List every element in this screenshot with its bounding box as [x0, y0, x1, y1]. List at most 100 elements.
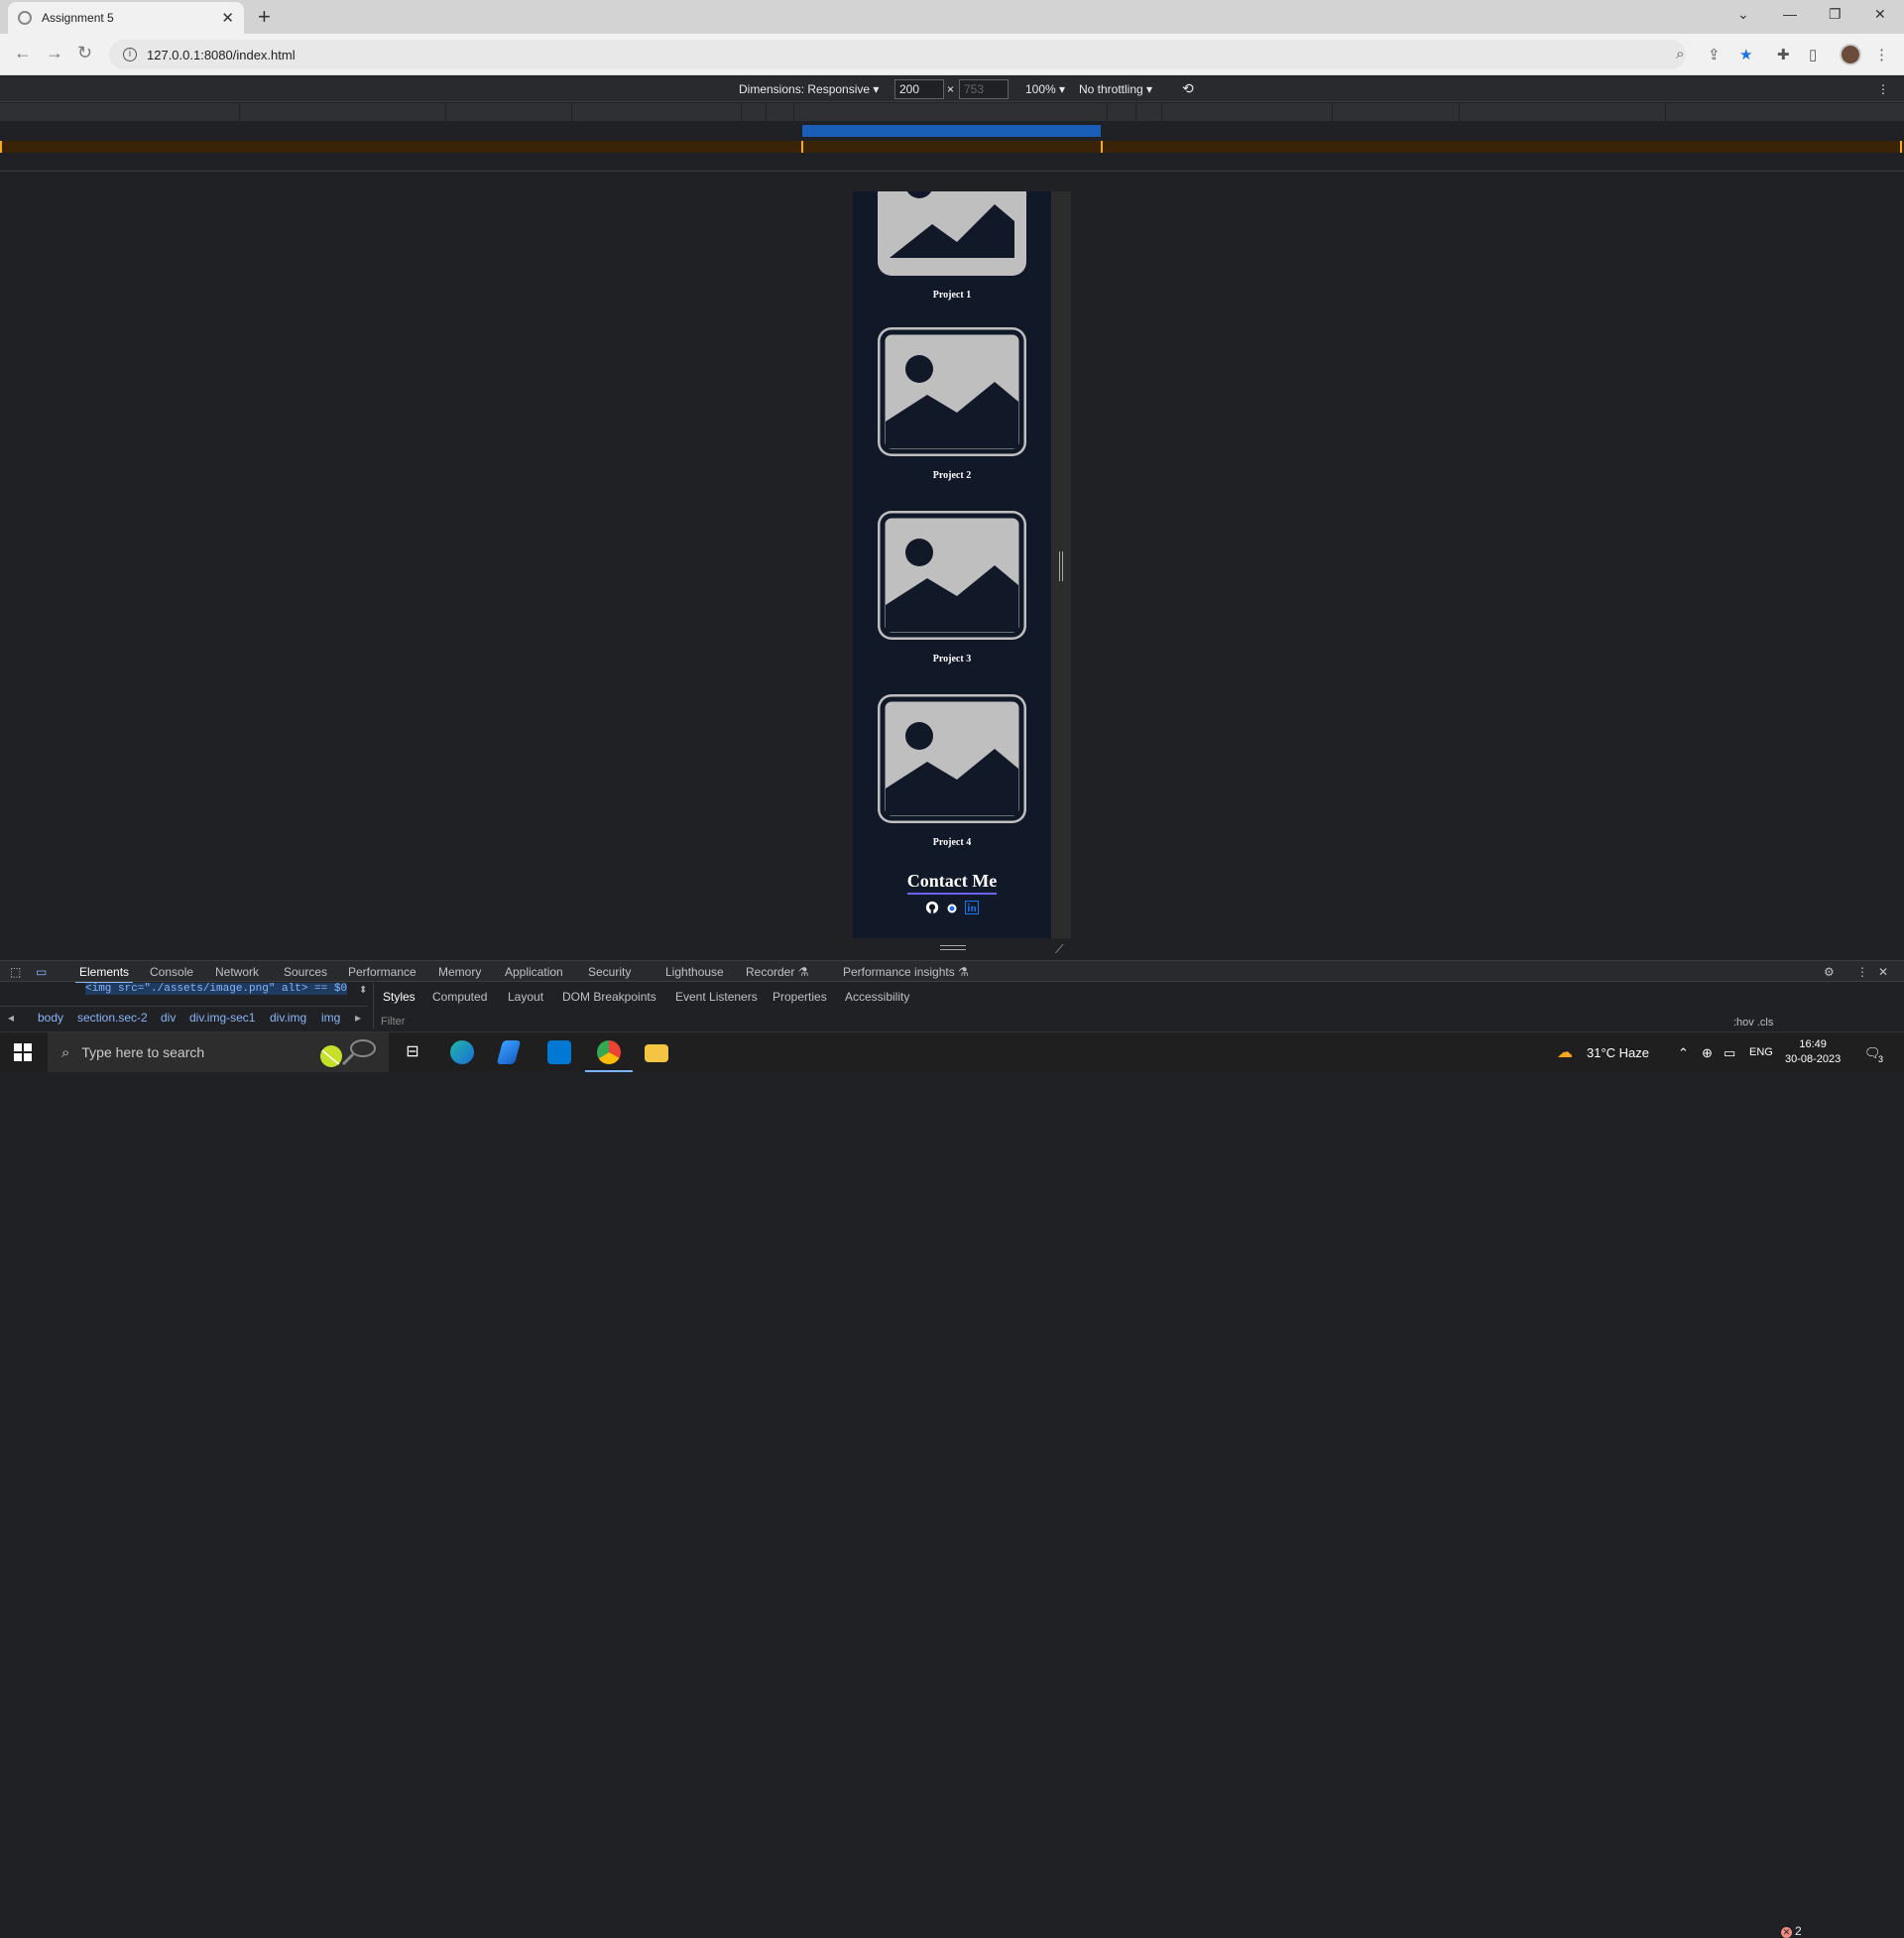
dimensions-dropdown[interactable]: Dimensions: Responsive ▾ — [739, 82, 879, 96]
browser-tab[interactable]: Assignment 5 ✕ — [8, 2, 244, 34]
scroll-stepper-icon[interactable]: ⬍ — [359, 985, 367, 996]
side-panel-icon[interactable]: ▯ — [1809, 46, 1817, 63]
media-query-segment[interactable] — [794, 103, 1108, 121]
tab-performance[interactable]: Performance — [348, 965, 416, 979]
app-icon[interactable] — [496, 1040, 522, 1064]
error-badge[interactable]: ✕ 2 — [1781, 1924, 1802, 1938]
menu-icon[interactable]: ⋮ — [1874, 46, 1889, 63]
tab-dom-breakpoints[interactable]: DOM Breakpoints — [562, 990, 656, 1004]
edge-icon[interactable] — [450, 1040, 474, 1064]
media-query-segment[interactable] — [742, 103, 767, 121]
breadcrumb-item[interactable]: div — [161, 1011, 176, 1025]
close-tab-icon[interactable]: ✕ — [221, 9, 234, 27]
tab-network[interactable]: Network — [215, 965, 259, 979]
restore-button[interactable]: ❐ — [1829, 6, 1842, 23]
hov-cls-toggle[interactable]: :hov .cls — [1733, 1017, 1773, 1029]
media-query-segment[interactable] — [1162, 103, 1333, 121]
reload-icon[interactable]: ↻ — [77, 43, 92, 63]
new-tab-button[interactable]: + — [258, 4, 271, 30]
vscode-icon[interactable] — [547, 1040, 571, 1064]
tab-lighthouse[interactable]: Lighthouse — [665, 965, 724, 979]
avatar[interactable] — [1840, 44, 1861, 65]
breadcrumb-item[interactable]: div.img-sec1 — [189, 1011, 255, 1025]
forward-icon[interactable]: → — [46, 43, 63, 63]
tab-computed[interactable]: Computed — [432, 990, 487, 1004]
breadcrumb-left-icon[interactable]: ◂ — [8, 1011, 14, 1025]
task-view-icon[interactable]: ⊟ — [401, 1040, 424, 1064]
zoom-icon[interactable]: ⌕ — [1676, 46, 1684, 62]
dot-icon[interactable] — [947, 902, 957, 916]
styles-filter-input[interactable]: Filter — [381, 1016, 405, 1028]
throttling-label: No throttling — [1079, 82, 1143, 96]
tab-console[interactable]: Console — [150, 965, 193, 979]
media-query-segment[interactable] — [0, 103, 240, 121]
media-query-segment[interactable] — [240, 103, 446, 121]
tab-recorder[interactable]: Recorder ⚗ — [746, 965, 808, 979]
bookmark-star-icon[interactable]: ★ — [1739, 46, 1752, 63]
back-icon[interactable]: ← — [14, 43, 32, 63]
media-query-active-range[interactable] — [802, 125, 1101, 137]
tab-application[interactable]: Application — [505, 965, 563, 979]
vertical-resize-handle[interactable] — [1059, 551, 1063, 581]
weather-text[interactable]: 31°C Haze — [1587, 1045, 1649, 1060]
tab-event-listeners[interactable]: Event Listeners — [675, 990, 758, 1004]
linkedin-icon[interactable] — [964, 900, 980, 917]
address-bar[interactable]: i 127.0.0.1:8080/index.html — [109, 40, 1686, 69]
throttling-dropdown[interactable]: No throttling ▾ — [1079, 82, 1152, 96]
minimize-button[interactable]: — — [1783, 6, 1797, 22]
media-query-segment[interactable] — [767, 103, 794, 121]
tab-sources[interactable]: Sources — [284, 965, 327, 979]
media-query-segment[interactable] — [446, 103, 572, 121]
breadcrumb-item[interactable]: body — [38, 1011, 63, 1025]
breadcrumb-right-icon[interactable]: ▸ — [355, 1011, 361, 1025]
weather-icon[interactable]: ☁ — [1557, 1042, 1573, 1062]
devtools-menu-icon[interactable]: ⋮ — [1856, 965, 1868, 979]
clock[interactable]: 16:49 30-08-2023 — [1785, 1037, 1841, 1067]
tab-search-icon[interactable]: ⌄ — [1737, 6, 1749, 23]
media-query-segment[interactable] — [572, 103, 742, 121]
battery-icon[interactable]: ▭ — [1724, 1045, 1735, 1061]
media-query-segment[interactable] — [1333, 103, 1460, 121]
github-icon[interactable] — [925, 901, 939, 917]
height-input[interactable]: 753 — [959, 79, 1009, 99]
dom-selected-node[interactable]: <img src="./assets/image.png" alt> == $0 — [85, 983, 348, 995]
tab-elements[interactable]: Elements — [74, 965, 134, 984]
horizontal-resize-handle[interactable] — [940, 945, 966, 950]
tab-layout[interactable]: Layout — [508, 990, 543, 1004]
rotate-icon[interactable]: ⟲ — [1182, 80, 1194, 97]
breadcrumb-item[interactable]: div.img — [270, 1011, 306, 1025]
extensions-icon[interactable]: ✚ — [1777, 46, 1790, 63]
media-query-segment[interactable] — [1108, 103, 1136, 121]
tab-performance-insights[interactable]: Performance insights ⚗ — [843, 965, 969, 979]
media-query-segment[interactable] — [1460, 103, 1666, 121]
media-query-segment[interactable] — [1136, 103, 1162, 121]
file-explorer-icon[interactable] — [645, 1044, 668, 1062]
tab-styles[interactable]: Styles — [383, 990, 416, 1004]
settings-gear-icon[interactable]: ⚙ — [1824, 965, 1835, 979]
breadcrumb-item[interactable]: img — [321, 1011, 340, 1025]
info-icon[interactable]: i — [123, 48, 137, 61]
inspect-element-icon[interactable]: ⬚ — [10, 965, 21, 979]
corner-resize-icon[interactable]: ⟋ — [1055, 942, 1063, 957]
network-icon[interactable]: ⊕ — [1702, 1045, 1713, 1061]
panel-divider[interactable] — [373, 983, 374, 1029]
tab-security[interactable]: Security — [588, 965, 631, 979]
media-query-max-width-bar[interactable] — [0, 141, 1904, 153]
close-devtools-icon[interactable]: ✕ — [1878, 965, 1888, 979]
chrome-icon[interactable] — [585, 1040, 633, 1072]
language-indicator[interactable]: ENG — [1749, 1046, 1773, 1058]
breadcrumb-item[interactable]: section.sec-2 — [77, 1011, 148, 1025]
close-window-button[interactable]: ✕ — [1874, 6, 1886, 23]
tab-memory[interactable]: Memory — [438, 965, 481, 979]
windows-start-icon[interactable] — [14, 1043, 32, 1061]
chevron-up-icon[interactable]: ⌃ — [1678, 1045, 1689, 1061]
device-toggle-icon[interactable]: ▭ — [36, 965, 47, 979]
tab-properties[interactable]: Properties — [773, 990, 827, 1004]
device-toolbar-menu-icon[interactable]: ⋮ — [1877, 82, 1889, 96]
taskbar: ⌕ Type here to search ⊟ ☁ 31°C Haze ⌃ ⊕ … — [0, 1031, 1904, 1072]
width-input[interactable]: 200 — [894, 79, 944, 99]
taskbar-search[interactable]: ⌕ Type here to search — [48, 1032, 389, 1072]
zoom-dropdown[interactable]: 100% ▾ — [1025, 82, 1065, 96]
share-icon[interactable]: ⇪ — [1708, 46, 1721, 63]
tab-accessibility[interactable]: Accessibility — [845, 990, 909, 1004]
